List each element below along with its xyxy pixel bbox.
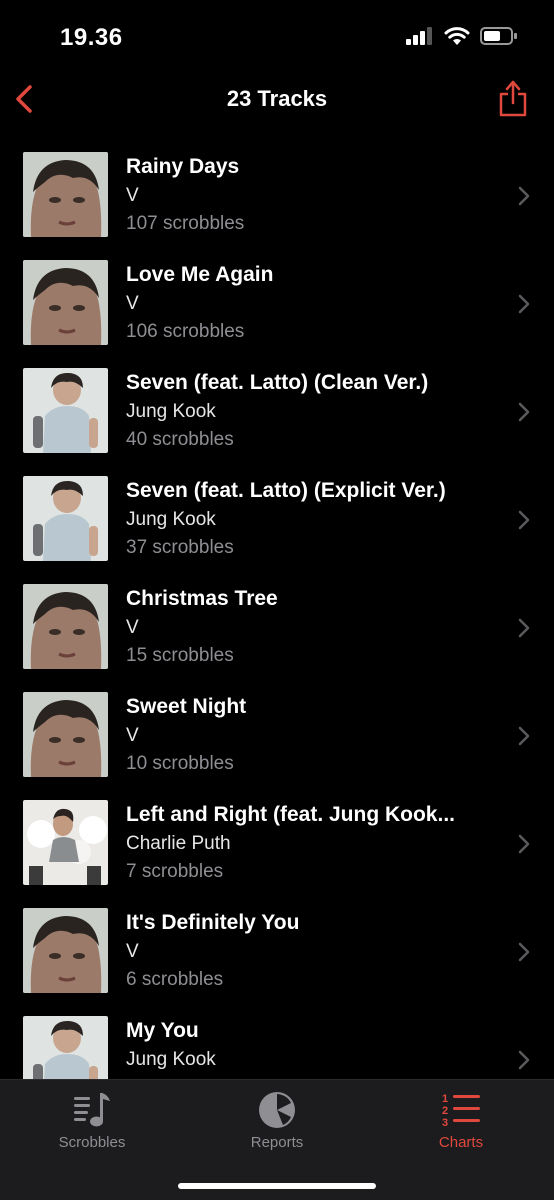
album-art <box>23 152 108 237</box>
track-title: Seven (feat. Latto) (Explicit Ver.) <box>126 479 446 502</box>
chevron-right-icon <box>518 1050 530 1070</box>
svg-text:2: 2 <box>442 1105 448 1117</box>
track-row[interactable]: Seven (feat. Latto) (Clean Ver.) Jung Ko… <box>0 360 554 468</box>
tab-charts[interactable]: 1 2 3 Charts <box>386 1090 536 1151</box>
scrobble-count: 6 scrobbles <box>126 969 224 990</box>
track-title: It's Definitely You <box>126 911 300 934</box>
track-title: Seven (feat. Latto) (Clean Ver.) <box>126 371 429 394</box>
album-art <box>23 476 108 561</box>
track-artist: V <box>126 725 139 746</box>
track-row[interactable]: Christmas Tree V 15 scrobbles <box>0 576 554 684</box>
status-bar: 19.36 <box>0 0 554 70</box>
svg-text:1: 1 <box>442 1093 448 1105</box>
tab-reports[interactable]: Reports <box>202 1090 352 1151</box>
scrobble-count: 107 scrobbles <box>126 213 245 234</box>
track-artist: V <box>126 941 139 962</box>
tab-scrobbles[interactable]: Scrobbles <box>17 1090 167 1151</box>
chevron-right-icon <box>518 510 530 530</box>
scrobble-count: 40 scrobbles <box>126 429 234 450</box>
ranked-list-icon: 1 2 3 <box>442 1093 480 1129</box>
track-list[interactable]: Rainy Days V 107 scrobbles Love Me Again… <box>0 144 554 1080</box>
track-row[interactable]: Rainy Days V 107 scrobbles <box>0 144 554 252</box>
share-icon <box>499 80 527 117</box>
track-row[interactable]: My You Jung Kook <box>0 1008 554 1080</box>
scrobble-count: 10 scrobbles <box>126 753 234 774</box>
track-artist: V <box>126 185 139 206</box>
track-title: My You <box>126 1019 199 1042</box>
track-row[interactable]: Left and Right (feat. Jung Kook... Charl… <box>0 792 554 900</box>
chevron-right-icon <box>518 726 530 746</box>
battery-icon <box>480 27 517 45</box>
track-row[interactable]: It's Definitely You V 6 scrobbles <box>0 900 554 1008</box>
track-title: Christmas Tree <box>126 587 278 610</box>
album-art <box>23 368 108 453</box>
cellular-signal-icon <box>406 27 432 45</box>
track-artist: V <box>126 617 139 638</box>
album-art <box>23 908 108 993</box>
scrobble-count: 37 scrobbles <box>126 537 234 558</box>
tab-bar: Scrobbles Reports 1 2 3 Charts <box>0 1079 554 1200</box>
status-time: 19.36 <box>60 24 123 51</box>
album-art <box>23 692 108 777</box>
album-art <box>23 584 108 669</box>
track-title: Rainy Days <box>126 155 240 178</box>
svg-text:3: 3 <box>442 1117 448 1129</box>
home-indicator[interactable] <box>178 1183 376 1189</box>
chevron-right-icon <box>518 402 530 422</box>
tab-label: Scrobbles <box>58 1134 126 1151</box>
scrobble-count: 7 scrobbles <box>126 861 224 882</box>
track-row[interactable]: Love Me Again V 106 scrobbles <box>0 252 554 360</box>
pie-chart-icon <box>259 1092 295 1128</box>
chevron-right-icon <box>518 294 530 314</box>
share-button[interactable] <box>496 78 530 118</box>
track-artist: V <box>126 293 139 314</box>
album-art <box>23 260 108 345</box>
music-note-list-icon <box>74 1093 110 1127</box>
track-artist: Jung Kook <box>126 1049 216 1070</box>
chevron-right-icon <box>518 186 530 206</box>
track-artist: Jung Kook <box>126 401 216 422</box>
track-title: Sweet Night <box>126 695 247 718</box>
track-title: Love Me Again <box>126 263 274 286</box>
page-title: 23 Tracks <box>226 86 328 111</box>
track-title: Left and Right (feat. Jung Kook... <box>126 803 455 826</box>
tab-label: Reports <box>250 1134 304 1151</box>
track-row[interactable]: Sweet Night V 10 scrobbles <box>0 684 554 792</box>
album-art <box>23 800 108 885</box>
album-art <box>23 1016 108 1080</box>
track-row[interactable]: Seven (feat. Latto) (Explicit Ver.) Jung… <box>0 468 554 576</box>
chevron-right-icon <box>518 942 530 962</box>
tab-label: Charts <box>438 1134 484 1151</box>
scrobble-count: 15 scrobbles <box>126 645 234 666</box>
track-artist: Charlie Puth <box>126 833 231 854</box>
chevron-right-icon <box>518 618 530 638</box>
scrobble-count: 106 scrobbles <box>126 321 245 342</box>
track-artist: Jung Kook <box>126 509 216 530</box>
chevron-right-icon <box>518 834 530 854</box>
navigation-bar: 23 Tracks <box>0 70 554 130</box>
wifi-icon <box>444 27 470 45</box>
status-icons <box>406 26 518 46</box>
